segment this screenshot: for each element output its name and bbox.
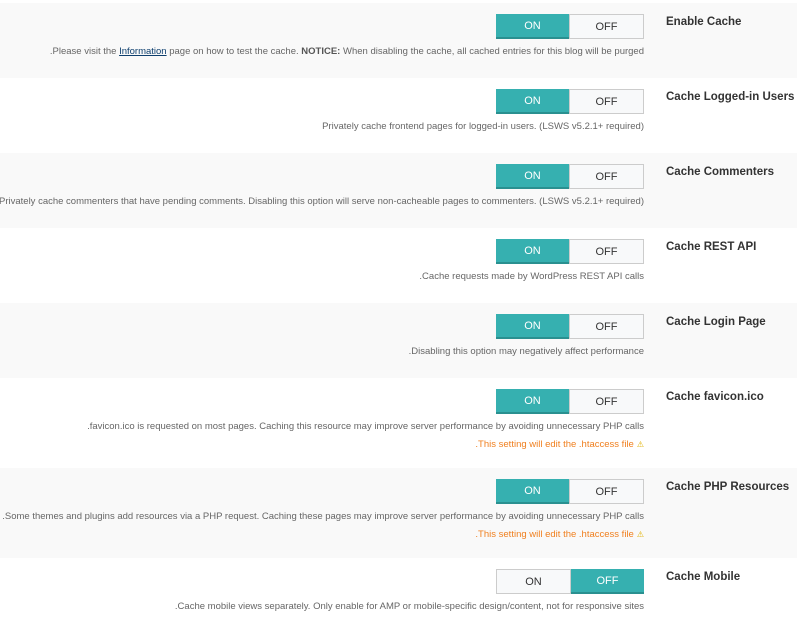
toggle-off[interactable]: OFF xyxy=(569,389,644,414)
setting-description: .Disabling this option may negatively af… xyxy=(408,346,644,357)
setting-label: Cache Commenters xyxy=(666,166,775,178)
toggle-off[interactable]: OFF xyxy=(569,239,644,264)
cache-rest-api-toggle[interactable]: ON OFF xyxy=(496,239,644,264)
setting-label: Cache REST API xyxy=(666,241,757,253)
warning-text: .This setting will edit the .htaccess fi… xyxy=(475,529,634,540)
cache-logged-in-toggle[interactable]: ON OFF xyxy=(496,89,644,114)
cache-commenters-toggle[interactable]: ON OFF xyxy=(496,164,644,189)
information-link[interactable]: Information xyxy=(119,46,167,57)
toggle-on[interactable]: ON xyxy=(496,569,571,594)
setting-description: .Some themes and plugins add resources v… xyxy=(2,511,644,522)
cache-login-page-toggle[interactable]: ON OFF xyxy=(496,314,644,339)
setting-description: .favicon.ico is requested on most pages.… xyxy=(87,421,644,432)
setting-label: Cache Logged-in Users xyxy=(666,91,795,103)
setting-description: Privately cache frontend pages for logge… xyxy=(322,121,644,132)
setting-row-rest-api: ON OFF Cache REST API .Cache requests mad… xyxy=(0,228,797,303)
enable-cache-toggle[interactable]: ON OFF xyxy=(496,14,644,39)
setting-label: Cache PHP Resources xyxy=(666,481,790,493)
toggle-off[interactable]: OFF xyxy=(569,164,644,189)
setting-label: Cache Login Page xyxy=(666,316,766,328)
cache-mobile-toggle[interactable]: ON OFF xyxy=(496,569,644,594)
setting-row-login-page: ON OFF Cache Login Page .Disabling this o… xyxy=(0,303,797,378)
settings-list: ON OFF Enable Cache .Please visit the Inf… xyxy=(0,3,797,633)
setting-description: .Cache mobile views separately. Only ena… xyxy=(174,601,644,612)
setting-description: Privately cache commenters that have pen… xyxy=(0,196,644,207)
toggle-on[interactable]: ON xyxy=(496,389,569,414)
setting-description: .Please visit the Information page on ho… xyxy=(50,46,644,57)
desc-text: page on how to test the cache. xyxy=(166,46,302,57)
notice-label: NOTICE: xyxy=(301,46,341,57)
toggle-off[interactable]: OFF xyxy=(569,89,644,114)
warning-icon: ⚠ xyxy=(636,440,644,449)
desc-text: .Please visit the xyxy=(49,46,120,57)
warning-icon: ⚠ xyxy=(636,530,644,539)
htaccess-warning: .This setting will edit the .htaccess fi… xyxy=(475,439,644,450)
toggle-off[interactable]: OFF xyxy=(571,569,644,594)
toggle-on[interactable]: ON xyxy=(496,14,569,39)
toggle-on[interactable]: ON xyxy=(496,89,569,114)
toggle-off[interactable]: OFF xyxy=(569,479,644,504)
setting-label: Cache Mobile xyxy=(666,571,741,583)
setting-description: .Cache requests made by WordPress REST A… xyxy=(419,271,644,282)
warning-text: .This setting will edit the .htaccess fi… xyxy=(475,439,634,450)
toggle-off[interactable]: OFF xyxy=(569,314,644,339)
toggle-on[interactable]: ON xyxy=(496,479,569,504)
toggle-on[interactable]: ON xyxy=(496,239,569,264)
toggle-off[interactable]: OFF xyxy=(569,14,644,39)
cache-favicon-toggle[interactable]: ON OFF xyxy=(496,389,644,414)
setting-row-favicon: ON OFF Cache favicon.ico .favicon.ico is … xyxy=(0,378,797,468)
setting-row-enable-cache: ON OFF Enable Cache .Please visit the Inf… xyxy=(0,3,797,78)
setting-row-php-resources: ON OFF Cache PHP Resources .Some themes a… xyxy=(0,468,797,558)
setting-row-mobile: ON OFF Cache Mobile .Cache mobile views s… xyxy=(0,558,797,633)
setting-row-commenters: ON OFF Cache Commenters Privately cache c… xyxy=(0,153,797,228)
setting-label: Cache favicon.ico xyxy=(666,391,764,403)
toggle-on[interactable]: ON xyxy=(496,164,569,189)
toggle-on[interactable]: ON xyxy=(496,314,569,339)
htaccess-warning: .This setting will edit the .htaccess fi… xyxy=(475,529,644,540)
setting-row-logged-in: ON OFF Cache Logged-in Users Privately ca… xyxy=(0,78,797,153)
desc-text: When disabling the cache, all cached ent… xyxy=(340,46,644,57)
cache-php-resources-toggle[interactable]: ON OFF xyxy=(496,479,644,504)
setting-label: Enable Cache xyxy=(666,16,742,28)
